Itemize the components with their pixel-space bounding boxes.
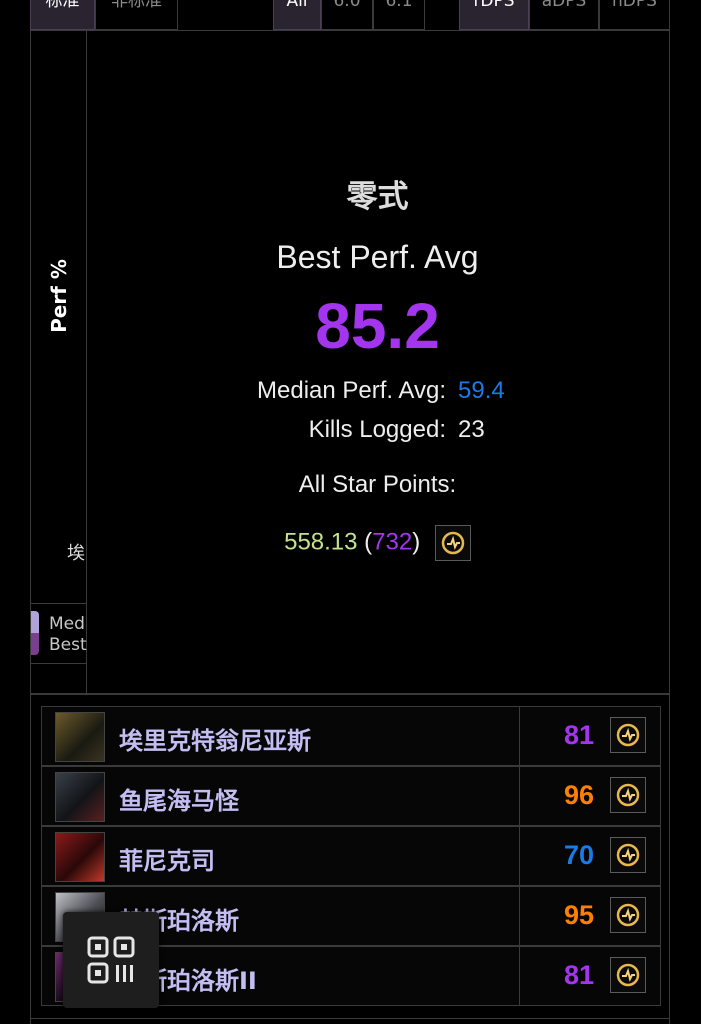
y-axis-label: Perf % <box>47 259 71 333</box>
boss-perf: 81 <box>563 720 594 750</box>
kills-label: Kills Logged: <box>308 416 446 443</box>
boss-portrait-icon <box>55 772 105 822</box>
list-item[interactable]: 埃里克特翁尼亚斯 81 <box>41 706 661 766</box>
filter-tab-bar: 标准 非标准 All 6.0 6.1 rDPS aDPS nDPS <box>30 0 670 31</box>
list-item[interactable]: 鱼尾海马怪 96 <box>41 766 661 826</box>
tab-rdps[interactable]: rDPS <box>459 0 529 30</box>
divider <box>519 887 520 945</box>
boss-name: 菲尼克司 <box>119 847 215 875</box>
boss-name: 埃里克特翁尼亚斯 <box>119 727 311 755</box>
x-axis-boss-label: 埃 <box>67 543 85 564</box>
boss-perf: 95 <box>563 900 594 930</box>
tab-adps[interactable]: aDPS <box>529 0 599 30</box>
star-points-icon[interactable] <box>610 957 646 993</box>
qr-code-icon <box>87 936 135 984</box>
star-points-row: 558.13 (732) <box>86 525 669 561</box>
divider <box>31 663 86 664</box>
boss-perf: 70 <box>563 840 594 870</box>
boss-name: 鱼尾海马怪 <box>119 787 239 815</box>
median-value: 59.4 <box>458 377 505 404</box>
star-points-icon[interactable] <box>610 717 646 753</box>
star-points-label: All Star Points: <box>298 471 457 498</box>
star-points-value: 558.13 <box>284 528 358 556</box>
divider <box>519 767 520 825</box>
median-label: Median Perf. Avg: <box>257 377 446 404</box>
star-points-rank: 732 <box>372 528 413 556</box>
performance-panel: Perf % 埃 Med Best 零式 Best Perf. Avg 85.2… <box>30 30 670 694</box>
divider <box>519 947 520 1005</box>
legend-best[interactable]: Best <box>49 635 87 655</box>
tab-patch-all[interactable]: All <box>273 0 321 30</box>
list-item[interactable]: 菲尼克司 70 <box>41 826 661 886</box>
boss-portrait-icon <box>55 712 105 762</box>
legend-swatch <box>31 611 39 655</box>
star-points-icon[interactable] <box>610 897 646 933</box>
kills-value: 23 <box>458 416 485 443</box>
tab-ndps[interactable]: nDPS <box>599 0 670 30</box>
boss-perf: 96 <box>563 780 594 810</box>
tab-patch-6-0[interactable]: 6.0 <box>321 0 373 30</box>
star-points-icon[interactable] <box>610 837 646 873</box>
qr-code-button[interactable] <box>63 912 159 1008</box>
tab-patch-6-1[interactable]: 6.1 <box>373 0 425 30</box>
divider <box>31 603 86 604</box>
tab-non-standard[interactable]: 非标准 <box>95 0 178 30</box>
best-perf-value: 85.2 <box>315 290 440 362</box>
star-points-icon[interactable] <box>434 525 471 561</box>
zone-title: 零式 <box>346 179 409 215</box>
divider <box>519 707 520 765</box>
star-points-icon[interactable] <box>610 777 646 813</box>
boss-portrait-icon <box>55 832 105 882</box>
legend-median[interactable]: Med <box>49 614 85 634</box>
best-perf-label: Best Perf. Avg <box>276 239 479 275</box>
boss-perf: 81 <box>563 960 594 990</box>
divider <box>30 1018 670 1019</box>
chart-y-axis: Perf % 埃 Med Best <box>31 31 87 693</box>
divider <box>519 827 520 885</box>
tab-standard[interactable]: 标准 <box>30 0 95 30</box>
